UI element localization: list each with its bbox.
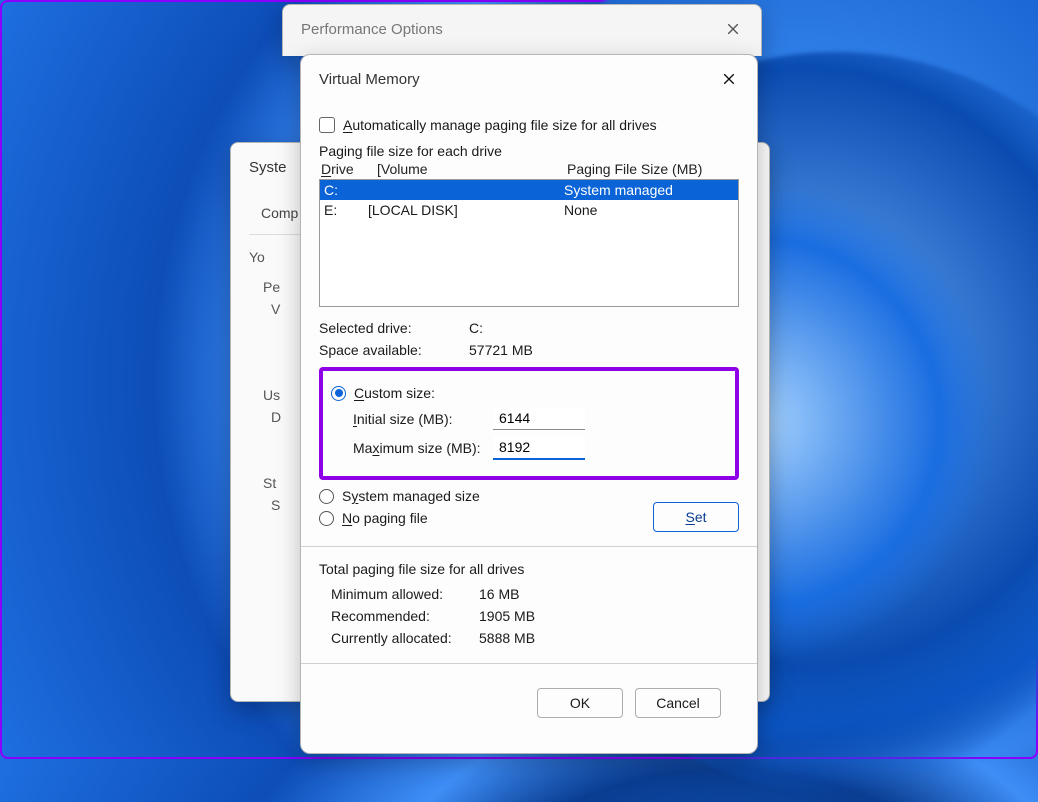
initial-size-row: Initial size (MB):	[353, 407, 727, 430]
auto-manage-label: Automatically manage paging file size fo…	[343, 117, 657, 133]
window-title: Performance Options	[301, 21, 719, 38]
close-icon[interactable]	[719, 15, 747, 43]
recommended-row: Recommended: 1905 MB	[319, 605, 739, 627]
maximum-size-input[interactable]	[493, 436, 585, 460]
cancel-button[interactable]: Cancel	[635, 688, 721, 718]
custom-size-radio[interactable]: Custom size:	[331, 385, 727, 401]
radio-unchecked-icon[interactable]	[319, 511, 334, 526]
close-icon[interactable]	[715, 65, 743, 93]
checkbox-unchecked-icon[interactable]	[319, 117, 335, 133]
drive-row-e[interactable]: E: [LOCAL DISK] None	[320, 200, 738, 220]
dialog-title: Virtual Memory	[319, 71, 715, 88]
virtual-memory-dialog: Virtual Memory Automatically manage pagi…	[300, 54, 758, 754]
drive-list-headers: Drive [Volume Paging File Size (MB)	[319, 161, 739, 179]
custom-size-highlight: Custom size: Initial size (MB): Maximum …	[319, 367, 739, 480]
radio-checked-icon[interactable]	[331, 386, 346, 401]
totals-title: Total paging file size for all drives	[319, 561, 739, 577]
divider	[301, 663, 757, 664]
auto-manage-checkbox-row[interactable]: Automatically manage paging file size fo…	[319, 117, 739, 133]
maximum-size-row: Maximum size (MB):	[353, 436, 727, 460]
performance-options-window: Performance Options	[282, 4, 762, 56]
paging-each-drive-label: Paging file size for each drive	[319, 143, 739, 159]
set-button[interactable]: Set	[653, 502, 739, 532]
drive-row-c[interactable]: C: System managed	[320, 180, 738, 200]
radio-unchecked-icon[interactable]	[319, 489, 334, 504]
space-available-row: Space available: 57721 MB	[319, 339, 739, 361]
currently-allocated-row: Currently allocated: 5888 MB	[319, 627, 739, 649]
min-allowed-row: Minimum allowed: 16 MB	[319, 583, 739, 605]
divider	[301, 546, 757, 547]
ok-button[interactable]: OK	[537, 688, 623, 718]
drive-list[interactable]: C: System managed E: [LOCAL DISK] None	[319, 179, 739, 307]
initial-size-input[interactable]	[493, 407, 585, 430]
selected-drive-row: Selected drive: C:	[319, 317, 739, 339]
